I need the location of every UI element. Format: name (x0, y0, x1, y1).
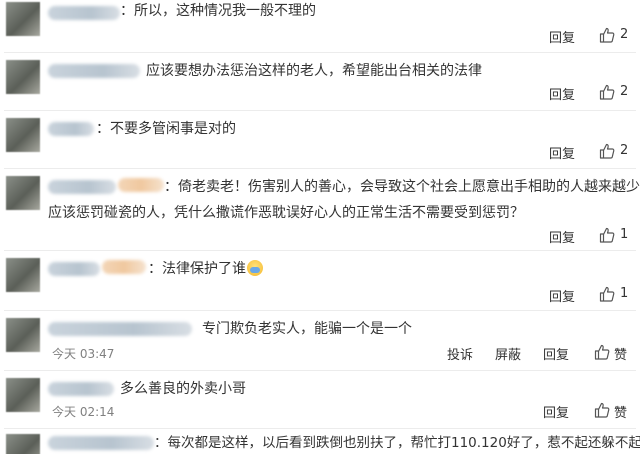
user-badge (102, 260, 146, 274)
like-count: 1 (620, 227, 629, 242)
comment-3: ：不要多管闲事是对的 回复 2 (0, 116, 640, 166)
reply-button[interactable]: 回复 (543, 344, 569, 363)
username[interactable] (48, 122, 94, 136)
thumbs-up-icon[interactable] (599, 143, 615, 159)
comment-text-line-1: ：倚老卖老！伤害别人的善心，会导致这个社会上愿意出手相助的人越来越少， (164, 179, 640, 195)
username[interactable] (48, 6, 120, 20)
comment-text: 多么善良的外卖小哥 (120, 381, 246, 397)
username[interactable] (48, 382, 114, 396)
divider (4, 250, 636, 251)
reply-button[interactable]: 回复 (549, 143, 575, 162)
like-count: 2 (620, 27, 629, 42)
divider (4, 428, 636, 429)
comment-text: ：法律保护了谁 (148, 258, 263, 280)
like-count: 2 (620, 84, 629, 99)
reply-button[interactable]: 回复 (549, 286, 575, 305)
face-with-hand-over-mouth-icon (247, 260, 263, 276)
divider (4, 168, 636, 169)
comment-text: 专门欺负老实人，能骗一个是一个 (202, 321, 412, 337)
like-button-label[interactable]: 赞 (614, 402, 627, 421)
divider (4, 110, 636, 111)
like-button-label[interactable]: 赞 (614, 344, 627, 363)
comment-text: ：每次都是这样，以后看到跌倒也别扶了，帮忙打110.120好了，惹不起还躲不起 (154, 435, 640, 451)
comment-4: ：倚老卖老！伤害别人的善心，会导致这个社会上愿意出手相助的人越来越少， 应该惩罚… (0, 174, 640, 248)
user-badge (118, 178, 164, 192)
thumbs-up-icon[interactable] (594, 344, 610, 360)
username[interactable] (48, 64, 140, 78)
reply-button[interactable]: 回复 (549, 227, 575, 246)
avatar[interactable] (6, 258, 40, 292)
comment-text: ：所以，这种情况我一般不理的 (120, 3, 316, 19)
thumbs-up-icon[interactable] (599, 84, 615, 100)
block-button[interactable]: 屏蔽 (495, 344, 521, 363)
comment-text: 应该要想办法惩治这样的老人，希望能出台相关的法律 (146, 63, 482, 79)
avatar[interactable] (6, 434, 40, 454)
like-count: 2 (620, 143, 629, 158)
report-button[interactable]: 投诉 (447, 344, 473, 363)
avatar[interactable] (6, 118, 40, 152)
reply-button[interactable]: 回复 (543, 402, 569, 421)
thumbs-up-icon[interactable] (599, 286, 615, 302)
username[interactable] (48, 436, 154, 450)
comment-6: 专门欺负老实人，能骗一个是一个 今天 03:47 投诉 屏蔽 回复 赞 (0, 316, 640, 368)
comment-text: ：不要多管闲事是对的 (96, 121, 236, 137)
avatar[interactable] (6, 176, 40, 210)
timestamp: 今天 03:47 (52, 347, 115, 361)
thumbs-up-icon[interactable] (599, 227, 615, 243)
avatar[interactable] (6, 2, 40, 36)
username[interactable] (48, 180, 116, 194)
comment-5: ：法律保护了谁 回复 1 (0, 256, 640, 306)
reply-button[interactable]: 回复 (549, 84, 575, 103)
like-count: 1 (620, 286, 629, 301)
reply-button[interactable]: 回复 (549, 27, 575, 46)
comment-text-content: ：法律保护了谁 (148, 261, 246, 277)
comment-1: ：所以，这种情况我一般不理的 回复 2 (0, 0, 640, 50)
thumbs-up-icon[interactable] (599, 27, 615, 43)
divider (4, 52, 636, 53)
comment-8: ：每次都是这样，以后看到跌倒也别扶了，帮忙打110.120好了，惹不起还躲不起 (0, 432, 640, 454)
username[interactable] (48, 322, 192, 336)
comment-7: 多么善良的外卖小哥 今天 02:14 回复 赞 (0, 376, 640, 426)
comment-text-line-2: 应该惩罚碰瓷的人，凭什么撒谎作恶耽误好心人的正常生活不需要受到惩罚？ (48, 205, 524, 221)
divider (4, 370, 636, 371)
avatar[interactable] (6, 378, 40, 412)
comment-2: 应该要想办法惩治这样的老人，希望能出台相关的法律 回复 2 (0, 58, 640, 108)
username[interactable] (48, 262, 100, 276)
divider (4, 310, 636, 311)
timestamp: 今天 02:14 (52, 405, 115, 419)
thumbs-up-icon[interactable] (594, 402, 610, 418)
avatar[interactable] (6, 318, 40, 352)
avatar[interactable] (6, 60, 40, 94)
